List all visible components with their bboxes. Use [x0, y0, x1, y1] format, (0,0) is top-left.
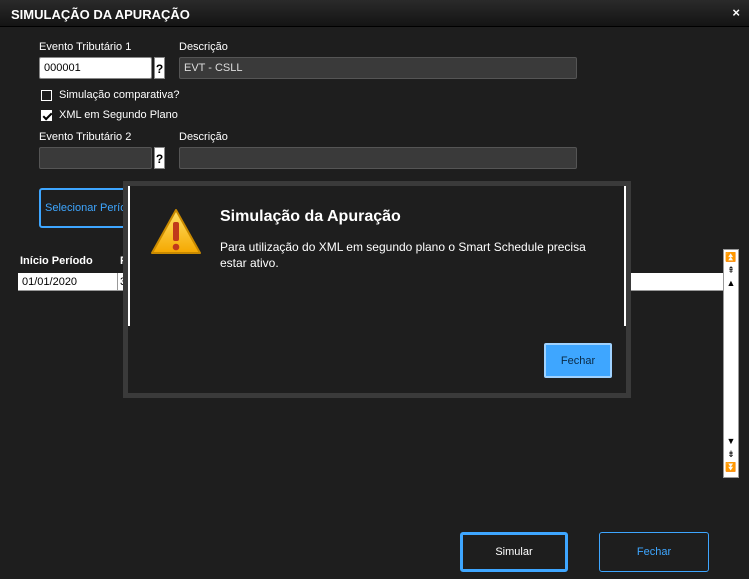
column-header-inicio-periodo[interactable]: Início Período [20, 255, 93, 267]
fechar-button[interactable]: Fechar [599, 532, 709, 572]
window-title: SIMULAÇÃO DA APURAÇÃO [11, 7, 190, 22]
dialog-title: Simulação da Apuração [220, 208, 401, 225]
descricao2-field [179, 147, 577, 169]
cell-inicio-periodo: 01/01/2020 [22, 276, 78, 288]
simulacao-comparativa-label: Simulação comparativa? [59, 89, 180, 101]
grid-scrollbar[interactable]: ⏫ ⇞ ▲ ▼ ⇟ ⏬ [723, 249, 739, 478]
close-icon[interactable]: × [732, 5, 740, 20]
scroll-down-icon[interactable]: ▼ [724, 435, 738, 448]
simulacao-comparativa-checkbox[interactable]: Simulação comparativa? [41, 89, 179, 101]
checkbox-unchecked-icon[interactable] [41, 89, 52, 101]
scroll-page-up-icon[interactable]: ⇞ [724, 264, 738, 277]
column-divider [117, 273, 118, 291]
checkbox-checked-icon[interactable] [41, 109, 52, 121]
scroll-bottom-icon[interactable]: ⏬ [724, 461, 738, 474]
window-titlebar: SIMULAÇÃO DA APURAÇÃO × [0, 0, 749, 27]
scroll-top-icon[interactable]: ⏫ [724, 251, 738, 264]
evento2-label: Evento Tributário 2 [39, 131, 132, 143]
scroll-up-icon[interactable]: ▲ [724, 277, 738, 290]
descricao1-label: Descrição [179, 41, 228, 53]
descricao2-label: Descrição [179, 131, 228, 143]
evento2-input[interactable] [39, 147, 152, 169]
evento1-input[interactable] [39, 57, 152, 79]
evento1-help-button[interactable]: ? [154, 57, 165, 79]
evento2-help-button[interactable]: ? [154, 147, 165, 169]
dialog-message: Para utilização do XML em segundo plano … [220, 240, 586, 270]
simular-button[interactable]: Simular [460, 532, 568, 572]
xml-segundo-plano-label: XML em Segundo Plano [59, 109, 178, 121]
descricao1-field [179, 57, 577, 79]
select-period-button[interactable]: Selecionar Perío [39, 188, 134, 228]
alert-dialog: Simulação da Apuração Para utilização do… [123, 181, 631, 398]
warning-icon [151, 209, 201, 254]
evento1-label: Evento Tributário 1 [39, 41, 132, 53]
scroll-page-down-icon[interactable]: ⇟ [724, 448, 738, 461]
xml-segundo-plano-checkbox[interactable]: XML em Segundo Plano [41, 109, 178, 121]
dialog-border-right [624, 186, 626, 326]
dialog-fechar-button[interactable]: Fechar [544, 343, 612, 378]
dialog-border-left [128, 186, 130, 326]
